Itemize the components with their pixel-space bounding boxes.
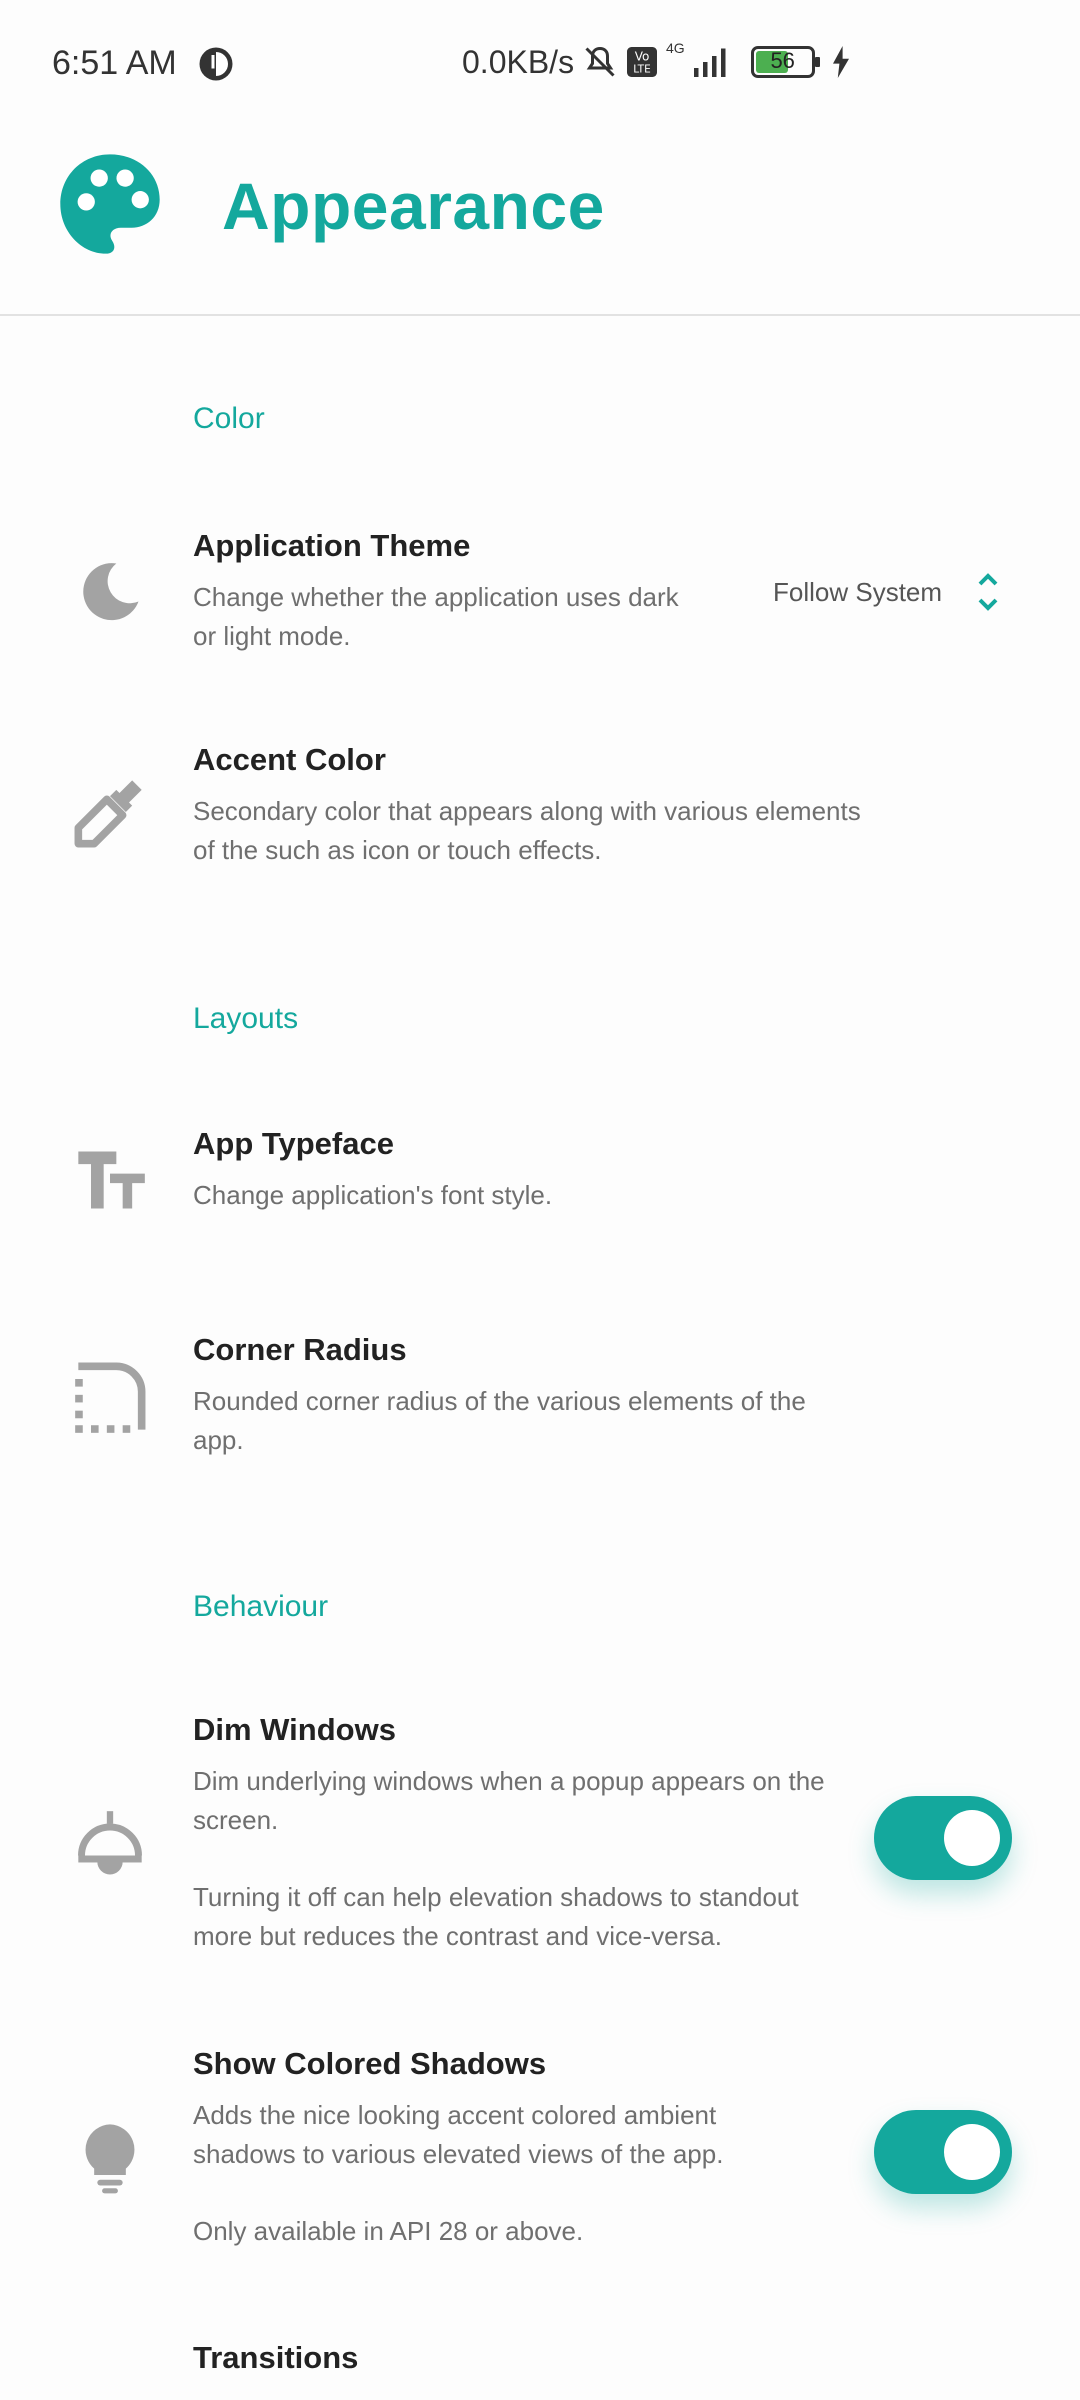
setting-desc: app. — [193, 1425, 244, 1455]
eyedropper-icon — [74, 780, 142, 848]
setting-accent-color[interactable]: Accent Color Secondary color that appear… — [0, 738, 1080, 898]
app-screen: 6:51 AM 0.0KB/s Vo LTE 4G 56 Appearance … — [0, 0, 1080, 2400]
setting-desc: of the such as icon or touch effects. — [193, 835, 602, 865]
setting-title: App Typeface — [193, 1126, 394, 1161]
status-time: 6:51 AM — [52, 44, 177, 82]
moon-icon — [83, 563, 139, 621]
status-bar: 6:51 AM 0.0KB/s Vo LTE 4G 56 — [0, 0, 1080, 128]
chevron-up-down-icon — [978, 573, 998, 611]
alert-icon — [199, 47, 233, 81]
setting-title: Transitions — [193, 2340, 359, 2375]
setting-desc: shadows to various elevated views of the… — [193, 2139, 724, 2169]
setting-desc: Change whether the application uses dark — [193, 582, 679, 612]
setting-title: Application Theme — [193, 528, 471, 563]
status-net-speed: 0.0KB/s — [462, 44, 575, 80]
section-color: Color — [193, 402, 265, 435]
battery-icon: 56 — [750, 46, 820, 78]
section-layouts: Layouts — [193, 1002, 299, 1035]
page-header: Appearance — [0, 128, 1080, 316]
charging-icon — [832, 46, 849, 78]
setting-desc: Turning it off can help elevation shadow… — [193, 1882, 799, 1912]
theme-dropdown-value: Follow System — [773, 576, 943, 607]
colored-shadows-toggle[interactable] — [874, 2110, 1012, 2194]
setting-title: Dim Windows — [193, 1712, 396, 1747]
volte-icon: Vo LTE — [627, 47, 657, 77]
setting-desc: or light mode. — [193, 621, 351, 651]
setting-desc: Secondary color that appears along with … — [193, 796, 861, 826]
theme-dropdown[interactable]: Follow System — [773, 570, 1000, 614]
setting-desc: Rounded corner radius of the various ele… — [193, 1386, 806, 1416]
palette-icon — [60, 154, 160, 254]
setting-title: Corner Radius — [193, 1332, 407, 1367]
text-size-icon — [78, 1151, 145, 1209]
setting-corner-radius[interactable]: Corner Radius Rounded corner radius of t… — [0, 1330, 1080, 1490]
status-icons: Vo LTE 4G 56 — [582, 40, 853, 80]
svg-text:LTE: LTE — [633, 64, 650, 76]
toggle-knob — [944, 2124, 1000, 2180]
signal-icon — [693, 48, 726, 77]
page-title: Appearance — [222, 169, 605, 243]
setting-title: Show Colored Shadows — [193, 2046, 547, 2081]
setting-desc: more but reduces the contrast and vice-v… — [193, 1921, 722, 1951]
lamp-icon — [78, 1811, 142, 1875]
setting-app-typeface[interactable]: App Typeface Change application's font s… — [0, 1126, 1080, 1246]
setting-desc: screen. — [193, 1805, 279, 1835]
setting-desc: Change application's font style. — [193, 1180, 553, 1210]
toggle-knob — [944, 1810, 1000, 1866]
battery-level: 56 — [770, 48, 795, 73]
corner-radius-icon — [75, 1362, 146, 1433]
setting-desc: Adds the nice looking accent colored amb… — [193, 2100, 717, 2130]
lightbulb-icon — [85, 2124, 135, 2194]
setting-desc: Only available in API 28 or above. — [193, 2216, 584, 2246]
mute-icon — [585, 46, 615, 77]
network-type: 4G — [666, 40, 685, 56]
setting-title: Accent Color — [193, 742, 386, 777]
setting-transitions[interactable]: Transitions — [0, 2340, 1080, 2400]
section-behaviour: Behaviour — [193, 1590, 329, 1623]
setting-desc: Dim underlying windows when a popup appe… — [193, 1766, 825, 1796]
svg-text:Vo: Vo — [635, 50, 650, 64]
dim-windows-toggle[interactable] — [874, 1796, 1012, 1880]
